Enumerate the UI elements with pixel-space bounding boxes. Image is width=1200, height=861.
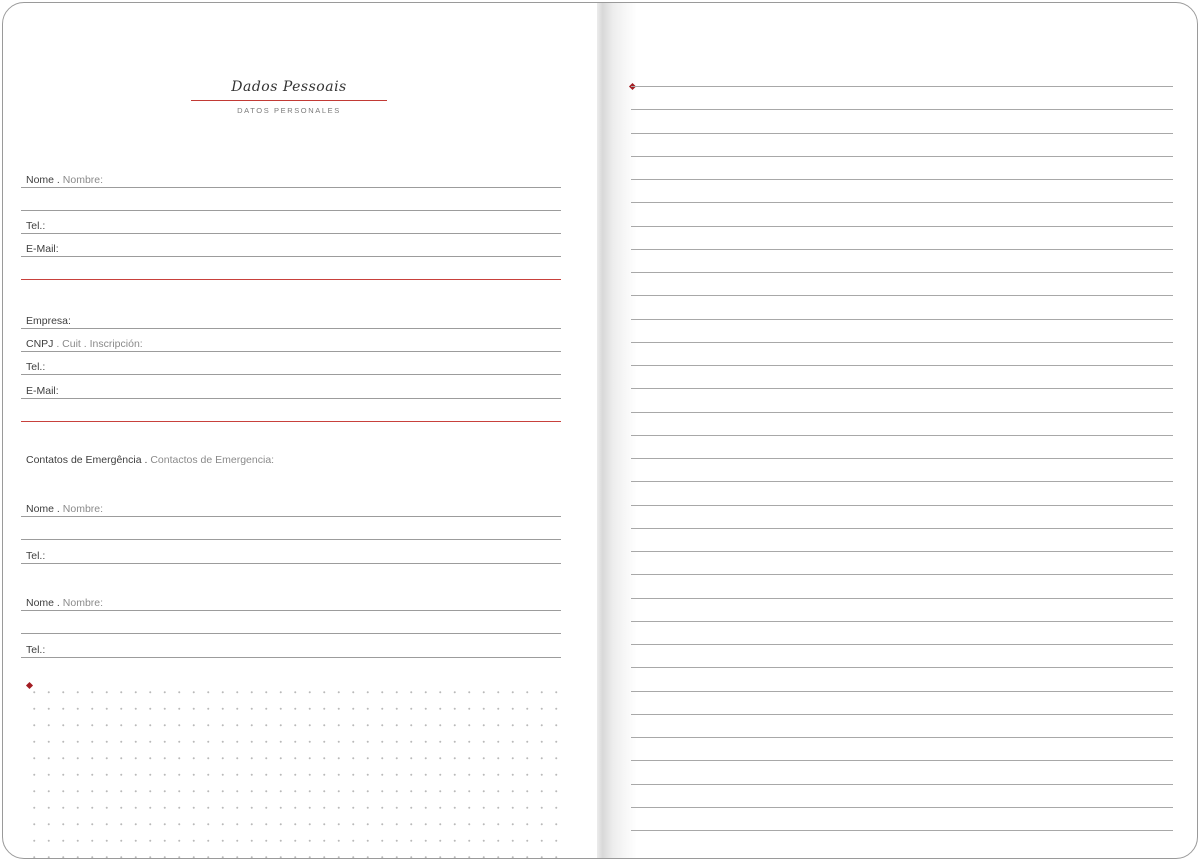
ruled-line <box>631 272 1173 273</box>
ruled-line <box>631 737 1173 738</box>
ruled-line <box>631 481 1173 482</box>
ruled-line <box>631 86 1173 87</box>
company-field[interactable]: Empresa: <box>21 305 561 329</box>
emergency-heading: Contatos de Emergência . Contactos de Em… <box>26 454 275 466</box>
ruled-line <box>631 644 1173 645</box>
ruled-line <box>631 249 1173 250</box>
tel-label: Tel.: <box>26 220 46 232</box>
title-underline <box>191 100 387 101</box>
ruled-line <box>631 435 1173 436</box>
ruled-line <box>631 133 1173 134</box>
ruled-line <box>631 226 1173 227</box>
ruled-line <box>631 621 1173 622</box>
ruled-line <box>631 156 1173 157</box>
ruled-line <box>631 760 1173 761</box>
ruled-line <box>631 551 1173 552</box>
right-page <box>601 3 1197 858</box>
ruled-line <box>631 505 1173 506</box>
emergency-tel-field[interactable]: Tel.: <box>21 634 561 658</box>
company-email-field[interactable]: E-Mail: <box>21 375 561 399</box>
emergency-tel-field[interactable]: Tel.: <box>21 540 561 564</box>
name-field[interactable]: Nome . Nombre: <box>21 164 561 188</box>
emergency-name-label: Nome . Nombre: <box>26 503 104 515</box>
ruled-line <box>631 388 1173 389</box>
emergency-tel-label: Tel.: <box>26 550 46 562</box>
company-tel-field[interactable]: Tel.: <box>21 351 561 375</box>
page-gutter <box>597 3 637 858</box>
ruled-line <box>631 830 1173 831</box>
email-label: E-Mail: <box>26 243 59 255</box>
email-field[interactable]: E-Mail: <box>21 233 561 257</box>
section-divider <box>21 256 561 280</box>
tel-field[interactable]: Tel.: <box>21 210 561 234</box>
ruled-line <box>631 807 1173 808</box>
notebook-spread: Dados Pessoais DATOS PERSONALES Nome . N… <box>2 2 1198 859</box>
emergency-tel-label: Tel.: <box>26 644 46 656</box>
cnpj-field[interactable]: CNPJ . Cuit . Inscripción: <box>21 328 561 352</box>
company-tel-label: Tel.: <box>26 361 46 373</box>
cnpj-label: CNPJ . Cuit . Inscripción: <box>26 338 143 350</box>
ruled-line <box>631 319 1173 320</box>
ruled-line <box>631 667 1173 668</box>
ruled-line <box>631 528 1173 529</box>
ruled-line <box>631 202 1173 203</box>
ruled-line <box>631 295 1173 296</box>
ruled-line <box>631 109 1173 110</box>
ruled-line <box>631 412 1173 413</box>
name-label: Nome . Nombre: <box>26 174 104 186</box>
emergency-name-continuation-line[interactable] <box>21 610 561 634</box>
ruled-line <box>631 458 1173 459</box>
page-title: Dados Pessoais <box>231 79 347 95</box>
section-divider <box>21 398 561 422</box>
ruled-line <box>631 691 1173 692</box>
ruled-line <box>631 598 1173 599</box>
emergency-name-label: Nome . Nombre: <box>26 597 104 609</box>
ruled-line <box>631 342 1173 343</box>
emergency-name-continuation-line[interactable] <box>21 516 561 540</box>
emergency-name-field[interactable]: Nome . Nombre: <box>21 493 561 517</box>
emergency-name-field[interactable]: Nome . Nombre: <box>21 587 561 611</box>
ruled-line <box>631 179 1173 180</box>
ruled-line <box>631 365 1173 366</box>
ruled-line <box>631 574 1173 575</box>
page-subtitle: DATOS PERSONALES <box>237 106 341 115</box>
ruled-line <box>631 784 1173 785</box>
name-continuation-line[interactable] <box>21 187 561 211</box>
dot-grid-area[interactable] <box>27 684 561 858</box>
company-label: Empresa: <box>26 315 71 327</box>
company-email-label: E-Mail: <box>26 385 59 397</box>
ruled-line <box>631 714 1173 715</box>
page-title-block: Dados Pessoais DATOS PERSONALES <box>191 79 387 115</box>
